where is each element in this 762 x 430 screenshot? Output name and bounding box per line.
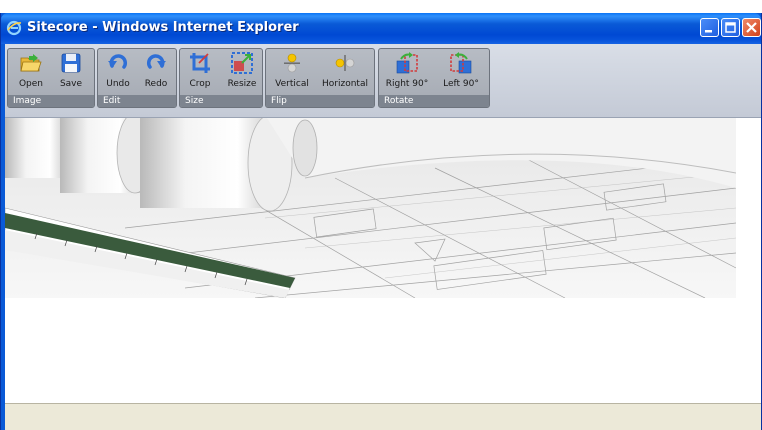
window-title: Sitecore - Windows Internet Explorer	[27, 20, 299, 35]
rotate-left-button[interactable]: Left 90°	[435, 51, 487, 93]
toolbar-group-rotate: Right 90° Left 90° Rotate	[378, 48, 490, 108]
close-button[interactable]	[742, 18, 761, 37]
rotate-right-button[interactable]: Right 90°	[381, 51, 433, 93]
group-label-flip: Flip	[266, 95, 374, 107]
resize-button[interactable]: Resize	[222, 51, 262, 93]
rotate-left-label: Left 90°	[443, 79, 479, 89]
open-button[interactable]: Open	[12, 51, 50, 93]
open-label: Open	[18, 79, 44, 89]
maximize-button[interactable]	[721, 18, 740, 37]
toolbar-group-image: Open Save Image	[7, 48, 95, 108]
minimize-icon	[705, 30, 712, 33]
save-label: Save	[59, 79, 83, 89]
rotate-right-label: Right 90°	[385, 79, 429, 89]
redo-button[interactable]: Redo	[138, 51, 174, 93]
floppy-disk-icon	[61, 53, 81, 73]
crop-icon	[190, 53, 210, 73]
toolbar-group-size: Crop Resize Size	[179, 48, 263, 108]
close-icon	[746, 22, 757, 33]
flip-horizontal-button[interactable]: Horizontal	[318, 51, 372, 93]
save-button[interactable]: Save	[52, 51, 90, 93]
flip-horizontal-icon	[335, 55, 355, 71]
browser-window: Sitecore - Windows Internet Explorer Ope…	[0, 13, 762, 430]
redo-label: Redo	[144, 79, 168, 89]
resize-icon	[231, 52, 253, 74]
flip-horizontal-label: Horizontal	[322, 79, 368, 89]
client-area: Open Save Image Undo Redo Edit Crop Resi…	[5, 44, 761, 430]
blueprint-image	[5, 118, 736, 298]
rotate-left-icon	[450, 52, 472, 74]
resize-label: Resize	[227, 79, 257, 89]
flip-vertical-icon	[284, 53, 300, 73]
crop-button[interactable]: Crop	[182, 51, 218, 93]
flip-vertical-label: Vertical	[275, 79, 309, 89]
folder-open-icon	[20, 54, 42, 72]
ie-icon	[6, 20, 22, 36]
flip-vertical-button[interactable]: Vertical	[270, 51, 314, 93]
toolbar-group-flip: Vertical Horizontal Flip	[265, 48, 375, 108]
crop-label: Crop	[189, 79, 211, 89]
toolbar-group-edit: Undo Redo Edit	[97, 48, 177, 108]
undo-button[interactable]: Undo	[100, 51, 136, 93]
status-bar	[5, 403, 761, 430]
undo-icon	[108, 54, 128, 69]
group-label-image: Image	[8, 95, 94, 107]
minimize-button[interactable]	[700, 18, 719, 37]
maximize-icon	[725, 22, 736, 33]
title-bar[interactable]: Sitecore - Windows Internet Explorer	[1, 13, 761, 44]
group-label-edit: Edit	[98, 95, 176, 107]
undo-label: Undo	[106, 79, 130, 89]
group-label-rotate: Rotate	[379, 95, 489, 107]
group-label-size: Size	[180, 95, 262, 107]
image-editor-toolbar: Open Save Image Undo Redo Edit Crop Resi…	[5, 44, 761, 118]
image-canvas[interactable]	[5, 118, 736, 298]
rotate-right-icon	[396, 52, 418, 74]
redo-icon	[146, 54, 166, 69]
